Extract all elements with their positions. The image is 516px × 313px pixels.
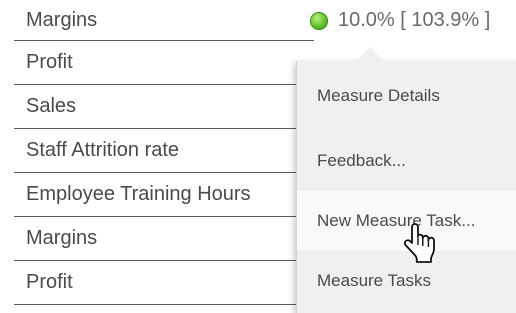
menu-item-label: Measure Details (317, 86, 440, 105)
menu-item-measure-details[interactable]: Measure Details (297, 61, 516, 131)
measure-row-label: Margins (26, 8, 98, 31)
menu-item-label: Measure Tasks (317, 271, 432, 290)
measure-list: Margins Profit Sales Staff Attrition rat… (14, 0, 314, 305)
measure-row-label: Employee Training Hours (26, 183, 251, 205)
status-indicator-icon (310, 11, 328, 30)
measure-row[interactable]: Margins (14, 217, 314, 261)
menu-item-label: New Measure Task... (317, 211, 476, 230)
measure-row-label: Sales (26, 95, 77, 117)
menu-item-label: Feedback... (317, 151, 406, 170)
measure-row[interactable]: Profit (14, 41, 314, 85)
measure-row[interactable]: Margins (14, 0, 314, 41)
measure-row-label: Profit (26, 51, 73, 73)
measure-grid-view: Margins Profit Sales Staff Attrition rat… (0, 0, 516, 313)
context-menu: Measure Details Feedback... New Measure … (296, 47, 516, 313)
measure-row[interactable]: Sales (14, 85, 314, 129)
measure-row-label: Profit (26, 271, 73, 293)
menu-item-feedback[interactable]: Feedback... (297, 131, 516, 191)
measure-status[interactable]: 10.0% [ 103.9% ] (310, 9, 490, 32)
menu-item-new-measure-task[interactable]: New Measure Task... (297, 191, 516, 251)
menu-item-measure-tasks[interactable]: Measure Tasks (297, 251, 516, 311)
measure-row[interactable]: Employee Training Hours (14, 173, 314, 217)
measure-row[interactable]: Staff Attrition rate (14, 129, 314, 173)
measure-row-label: Margins (26, 227, 98, 249)
measure-row[interactable]: Profit (14, 261, 314, 305)
menu-pointer-arrow (356, 47, 384, 61)
status-value: 10.0% [ 103.9% ] (338, 9, 491, 31)
measure-row-label: Staff Attrition rate (26, 139, 180, 161)
